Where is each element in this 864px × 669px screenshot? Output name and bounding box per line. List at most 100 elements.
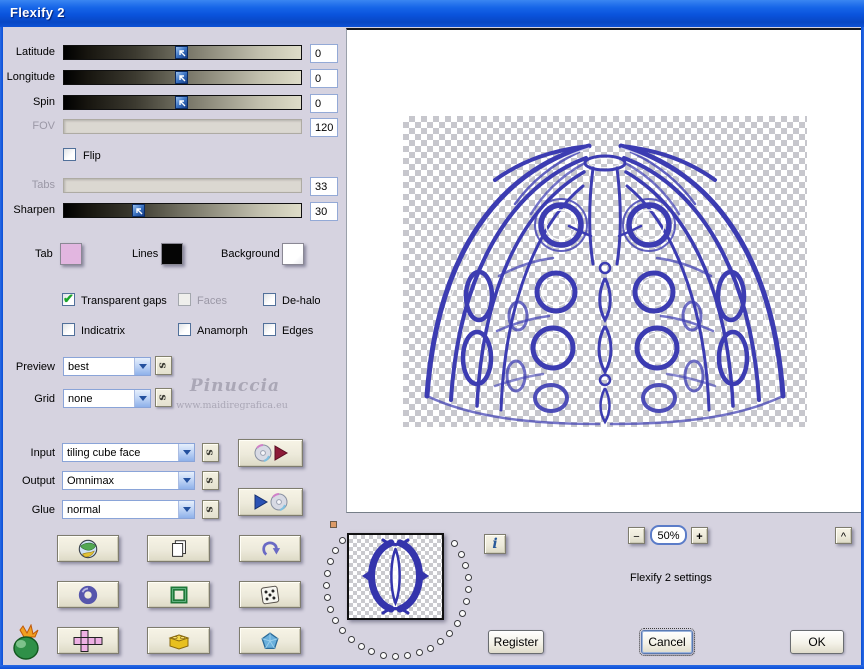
preview-combo-label: Preview [15, 361, 55, 373]
preset-ring-dot[interactable] [323, 570, 331, 578]
spin-slider[interactable] [63, 95, 302, 110]
input-random-seed-button[interactable]: s [202, 443, 219, 462]
save-settings-button[interactable] [238, 439, 303, 467]
transparent-gaps-checkbox[interactable]: ✔ [62, 291, 75, 306]
plus-icon: + [696, 530, 703, 543]
preset-ring-dot[interactable] [339, 627, 347, 635]
preset-ring-dot[interactable] [416, 649, 424, 657]
dice-button[interactable] [239, 581, 301, 608]
preset-ring-dot[interactable] [327, 558, 335, 566]
latitude-slider[interactable] [63, 45, 302, 60]
input-combo[interactable]: tiling cube face [62, 443, 195, 462]
preset-ring-dot[interactable] [437, 638, 445, 646]
longitude-label: Longitude [6, 71, 55, 83]
cancel-button[interactable]: Cancel [639, 628, 695, 656]
chevron-down-icon[interactable] [178, 444, 194, 461]
torus-button[interactable] [57, 581, 119, 608]
anamorph-label: Anamorph [197, 325, 248, 337]
title-bar[interactable]: Flexify 2 [0, 0, 864, 27]
background-color-swatch[interactable] [282, 243, 304, 265]
caret-up-icon: ^ [840, 530, 847, 543]
polyhedron-button[interactable] [239, 627, 301, 654]
load-settings-button[interactable] [238, 488, 303, 516]
preset-ring-dot[interactable] [404, 652, 412, 660]
preset-ring-dot[interactable] [459, 609, 467, 617]
longitude-slider-thumb[interactable] [175, 71, 188, 84]
slider-row-spin: Spin 0 [0, 94, 345, 114]
glue-random-seed-button[interactable]: s [202, 500, 219, 519]
sharpen-slider[interactable] [63, 203, 302, 218]
preset-ring-dot[interactable] [463, 598, 471, 606]
info-button[interactable]: i [484, 534, 506, 554]
preset-ring-dot[interactable] [464, 586, 472, 593]
chevron-down-icon[interactable] [178, 472, 194, 489]
preset-ring-dot[interactable] [427, 644, 435, 652]
chevron-down-icon[interactable] [134, 358, 150, 375]
tabs-value[interactable]: 33 [310, 177, 338, 196]
cube-net-button[interactable] [57, 627, 119, 654]
preview-image[interactable] [403, 116, 807, 427]
lego-button[interactable] [147, 627, 210, 654]
frame-button[interactable] [147, 581, 210, 608]
preset-ring-dot[interactable] [324, 594, 332, 602]
preset-ring-dot[interactable] [338, 537, 346, 545]
collapse-button[interactable]: ^ [835, 527, 852, 544]
longitude-slider[interactable] [63, 70, 302, 85]
fov-slider [63, 119, 302, 134]
undo-button[interactable] [239, 535, 301, 562]
chevron-down-icon[interactable] [178, 501, 194, 518]
zoom-out-button[interactable]: − [628, 527, 645, 544]
longitude-value[interactable]: 0 [310, 69, 338, 88]
info-icon: i [492, 536, 498, 552]
grid-combo[interactable]: none [63, 389, 151, 408]
edges-checkbox[interactable] [263, 323, 276, 336]
spin-value[interactable]: 0 [310, 94, 338, 113]
grid-combo-value: none [68, 393, 93, 405]
copy-button[interactable] [147, 535, 210, 562]
preset-ring-dot[interactable] [368, 648, 376, 656]
preset-ring-dot[interactable] [392, 652, 400, 660]
settings-status-text: Flexify 2 settings [630, 572, 712, 584]
glue-combo-value: normal [67, 504, 101, 516]
fov-value[interactable]: 120 [310, 118, 338, 137]
preset-ring-dot[interactable] [446, 629, 454, 637]
preset-ring-dot[interactable] [464, 573, 472, 581]
de-halo-checkbox[interactable] [263, 293, 276, 306]
ok-button[interactable]: OK [790, 630, 844, 654]
chevron-down-icon[interactable] [134, 390, 150, 407]
output-random-seed-button[interactable]: s [202, 471, 219, 490]
preset-ring-dot[interactable] [457, 550, 465, 558]
preset-ring-dot[interactable] [332, 547, 340, 555]
register-button[interactable]: Register [488, 630, 544, 654]
preset-ring-dot[interactable] [323, 582, 330, 590]
preset-ring-dot[interactable] [380, 651, 388, 659]
sharpen-slider-thumb[interactable] [132, 204, 145, 217]
preview-combo[interactable]: best [63, 357, 151, 376]
zoom-in-button[interactable]: + [691, 527, 708, 544]
preset-ring-dot[interactable] [462, 561, 470, 569]
sharpen-value[interactable]: 30 [310, 202, 338, 221]
output-combo[interactable]: Omnimax [62, 471, 195, 490]
lines-color-swatch[interactable] [161, 243, 183, 265]
anamorph-checkbox[interactable] [178, 323, 191, 336]
flip-checkbox[interactable] [63, 148, 76, 161]
preset-ring-dot[interactable] [451, 540, 459, 548]
indicatrix-checkbox[interactable] [62, 323, 75, 336]
latitude-slider-thumb[interactable] [175, 46, 188, 59]
latitude-label: Latitude [15, 46, 55, 58]
flaming-pear-icon [13, 623, 39, 660]
latitude-value[interactable]: 0 [310, 44, 338, 63]
preset-ring-dot[interactable] [332, 617, 340, 625]
background-swatch-label: Background [221, 248, 280, 260]
preset-ring-dot[interactable] [453, 620, 461, 628]
preset-ring-dot[interactable] [327, 606, 335, 614]
preset-thumbnail[interactable] [347, 533, 444, 620]
preset-ring-dot[interactable] [347, 635, 355, 643]
minus-icon: − [633, 530, 640, 543]
preview-random-seed-button[interactable]: s [155, 356, 172, 375]
glue-combo[interactable]: normal [62, 500, 195, 519]
earth-button[interactable] [57, 535, 119, 562]
spin-slider-thumb[interactable] [175, 96, 188, 109]
preset-ring-dot[interactable] [357, 642, 365, 650]
tab-color-swatch[interactable] [60, 243, 82, 265]
